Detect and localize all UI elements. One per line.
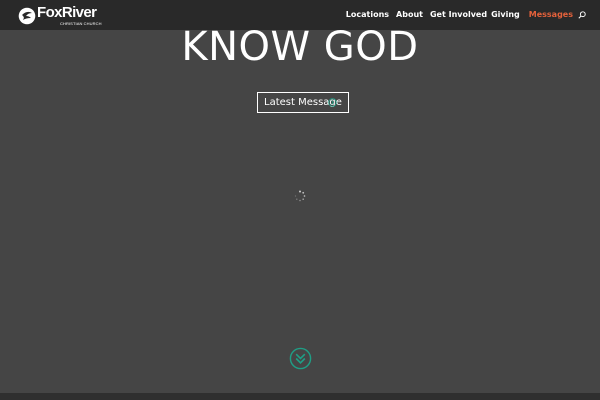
foxriver-logo-icon: [18, 7, 36, 25]
page: FoxRiver CHRISTIAN CHURCH Locations Abou…: [0, 0, 600, 400]
latest-message-button[interactable]: Latest Message: [257, 92, 349, 113]
double-chevron-down-icon[interactable]: [289, 347, 312, 370]
footer-strip: [0, 393, 600, 400]
spinner-icon: [294, 190, 306, 202]
logo-text: FoxRiver: [37, 4, 97, 21]
hero-title: KNOW GOD: [181, 24, 419, 70]
arrow-circle-icon: [328, 98, 337, 107]
search-icon[interactable]: [578, 11, 586, 19]
